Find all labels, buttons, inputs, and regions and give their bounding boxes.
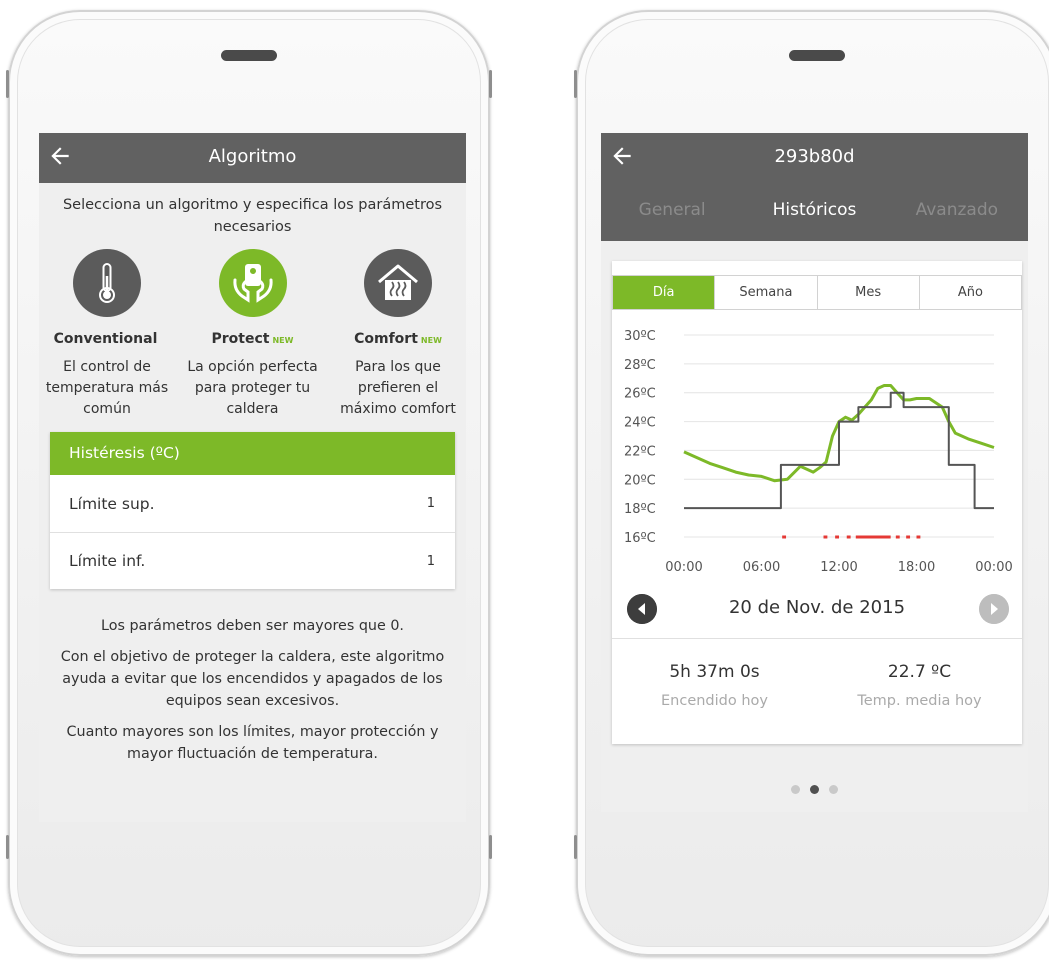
y-tick-label: 18ºC bbox=[624, 502, 656, 517]
x-tick-label: 00:00 bbox=[975, 560, 1012, 575]
x-tick-label: 12:00 bbox=[820, 560, 857, 575]
algorithm-option-conventional[interactable]: Conventional El control de temperatura m… bbox=[41, 249, 173, 420]
side-button bbox=[574, 70, 577, 98]
algorithm-description: Para los que prefieren el máximo comfort bbox=[340, 359, 456, 417]
lower-limit-row[interactable]: Límite inf. 1 bbox=[50, 532, 455, 589]
stat-label: Encendido hoy bbox=[661, 693, 768, 709]
period-year[interactable]: Año bbox=[918, 276, 1021, 309]
page-title: Algoritmo bbox=[208, 146, 297, 167]
note-text: Los parámetros deben ser mayores que 0. bbox=[101, 618, 404, 634]
history-screen: 293b80d General Históricos Avanzado Día … bbox=[601, 133, 1028, 812]
algorithm-description: La opción perfecta para proteger tu cald… bbox=[187, 359, 318, 417]
note-text: Con el objetivo de proteger la caldera, … bbox=[60, 649, 445, 709]
current-date: 20 de Nov. de 2015 bbox=[728, 597, 906, 618]
protect-device-icon bbox=[218, 249, 287, 317]
upper-limit-row[interactable]: Límite sup. 1 bbox=[50, 475, 455, 532]
side-button bbox=[6, 70, 9, 98]
upper-limit-value[interactable]: 1 bbox=[427, 496, 435, 511]
phone-frame-left: Algoritmo Selecciona un algoritmo y espe… bbox=[6, 10, 492, 956]
period-month[interactable]: Mes bbox=[816, 276, 919, 309]
side-button bbox=[489, 70, 492, 98]
phone-frame-right: 293b80d General Históricos Avanzado Día … bbox=[574, 10, 1049, 956]
page-dot[interactable] bbox=[829, 785, 838, 794]
speaker-grille bbox=[221, 50, 277, 61]
x-tick-label: 06:00 bbox=[743, 560, 780, 575]
stat-on-time: 5h 37m 0s Encendido hoy bbox=[612, 662, 817, 709]
stat-avg-temp: 22.7 ºC Temp. media hoy bbox=[817, 662, 1022, 709]
new-badge: NEW bbox=[272, 336, 294, 345]
side-button bbox=[489, 835, 492, 859]
temperature-chart: 30ºC 28ºC 26ºC 24ºC 22ºC 20ºC 18ºC 16ºC 00:00 06:… bbox=[624, 329, 1013, 575]
hysteresis-card: Histéresis (ºC) Límite sup. 1 Límite inf… bbox=[50, 432, 455, 589]
algorithm-description: El control de temperatura más común bbox=[45, 359, 169, 417]
stat-value: 22.7 ºC bbox=[887, 662, 952, 682]
y-tick-label: 22ºC bbox=[624, 444, 656, 459]
intro-text: Selecciona un algoritmo y especifica los… bbox=[62, 197, 443, 235]
lower-limit-label: Límite inf. bbox=[69, 552, 146, 570]
period-week[interactable]: Semana bbox=[714, 276, 816, 309]
page-dot[interactable] bbox=[810, 785, 819, 794]
tab-avanzado[interactable]: Avanzado bbox=[886, 183, 1028, 241]
y-tick-label: 30ºC bbox=[624, 329, 656, 344]
history-card: Día Semana Mes Año 30ºC 28ºC 26ºC 24ºC 22ºC 2… bbox=[612, 261, 1022, 744]
tab-general[interactable]: General bbox=[601, 183, 743, 241]
x-tick-label: 18:00 bbox=[898, 560, 935, 575]
date-navigator: 20 de Nov. de 2015 bbox=[612, 591, 1022, 633]
stat-value: 5h 37m 0s bbox=[669, 662, 760, 682]
tab-bar: General Históricos Avanzado bbox=[601, 183, 1028, 241]
y-tick-label: 24ºC bbox=[624, 416, 656, 431]
algorithm-name: Protect bbox=[211, 331, 270, 347]
app-bar: Algoritmo bbox=[39, 133, 466, 183]
page-dot[interactable] bbox=[791, 785, 800, 794]
x-tick-label: 00:00 bbox=[665, 560, 702, 575]
speaker-grille bbox=[789, 50, 845, 61]
algorithm-screen: Algoritmo Selecciona un algoritmo y espe… bbox=[39, 133, 466, 822]
lower-limit-value[interactable]: 1 bbox=[427, 554, 435, 569]
stat-label: Temp. media hoy bbox=[857, 693, 982, 709]
new-badge: NEW bbox=[420, 336, 442, 345]
y-tick-label: 28ºC bbox=[624, 358, 656, 373]
note-text: Cuanto mayores son los límites, mayor pr… bbox=[66, 724, 439, 762]
thermometer-icon bbox=[73, 249, 141, 317]
divider bbox=[612, 638, 1022, 639]
algorithm-name: Conventional bbox=[53, 331, 158, 347]
y-tick-label: 16ºC bbox=[624, 531, 656, 546]
side-button bbox=[6, 835, 9, 859]
tab-historicos[interactable]: Históricos bbox=[743, 183, 885, 241]
y-tick-label: 26ºC bbox=[624, 387, 656, 402]
next-day-button[interactable] bbox=[979, 594, 1009, 624]
device-title: 293b80d bbox=[774, 146, 855, 167]
hysteresis-header: Histéresis (ºC) bbox=[50, 432, 455, 475]
period-selector: Día Semana Mes Año bbox=[612, 275, 1022, 310]
algorithm-options: Conventional El control de temperatura m… bbox=[39, 249, 466, 420]
page-indicator bbox=[601, 779, 1028, 798]
period-day[interactable]: Día bbox=[613, 276, 715, 309]
app-bar: 293b80d bbox=[601, 133, 1028, 183]
algorithm-option-protect[interactable]: Protect NEW La opción perfecta para prote… bbox=[187, 249, 319, 420]
algorithm-option-comfort[interactable]: Comfort NEW Para los que prefieren el máx… bbox=[332, 249, 464, 420]
house-heat-icon bbox=[364, 249, 432, 317]
info-notes: Los parámetros deben ser mayores que 0. … bbox=[39, 589, 466, 765]
daily-stats: 5h 37m 0s Encendido hoy 22.7 ºC Temp. me… bbox=[612, 662, 1022, 709]
side-button bbox=[574, 835, 577, 859]
upper-limit-label: Límite sup. bbox=[69, 494, 155, 513]
algorithm-name: Comfort bbox=[354, 331, 418, 347]
y-tick-label: 20ºC bbox=[624, 473, 656, 488]
